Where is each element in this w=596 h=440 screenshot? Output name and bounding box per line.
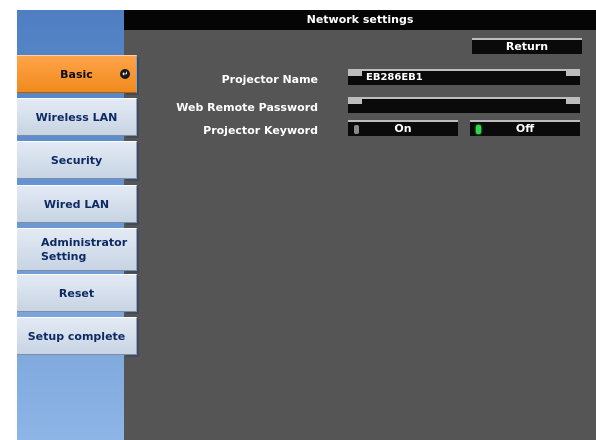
return-button[interactable]: Return	[472, 38, 582, 54]
keyword-on-option[interactable]: On	[348, 120, 458, 136]
field-cap-right	[566, 99, 580, 104]
projector-name-field[interactable]: EB286EB1	[348, 69, 580, 85]
sidebar-item-label: Security	[50, 153, 103, 167]
keyword-on-label: On	[394, 122, 412, 135]
return-button-label: Return	[505, 40, 549, 53]
sidebar-item-label: Wireless LAN	[35, 110, 118, 124]
settings-panel	[124, 30, 596, 440]
field-cap-right	[566, 71, 580, 76]
sidebar-item-label: Basic	[60, 67, 93, 81]
web-remote-password-field[interactable]	[348, 97, 580, 113]
sidebar-item-label: Reset	[58, 286, 95, 300]
web-remote-password-label: Web Remote Password	[176, 101, 318, 114]
projector-keyword-label: Projector Keyword	[203, 124, 318, 137]
sidebar-item-label: Wired LAN	[43, 197, 110, 211]
keyword-off-option[interactable]: Off	[470, 120, 580, 136]
projector-menu-screen: Network settings Basic ↵ Wireless LAN Se…	[0, 0, 596, 440]
field-cap-left	[348, 99, 362, 104]
sidebar-item-security[interactable]: Security	[17, 141, 137, 179]
sidebar-item-basic[interactable]: Basic ↵	[17, 55, 137, 93]
window-title: Network settings	[306, 13, 414, 26]
sidebar-item-label: Setup complete	[27, 329, 126, 343]
projector-name-value: EB286EB1	[366, 72, 423, 83]
sidebar-item-wireless-lan[interactable]: Wireless LAN	[17, 98, 137, 136]
enter-arrow-icon: ↵	[120, 69, 130, 79]
sidebar-item-setup-complete[interactable]: Setup complete	[17, 317, 137, 355]
sidebar-item-label: Administrator Setting	[41, 235, 128, 263]
keyword-off-label: Off	[515, 122, 535, 135]
sidebar-item-wired-lan[interactable]: Wired LAN	[17, 185, 137, 223]
projector-name-label: Projector Name	[221, 73, 318, 86]
sidebar-item-reset[interactable]: Reset	[17, 274, 137, 312]
field-cap-left	[348, 71, 362, 76]
sidebar-item-administrator-setting[interactable]: Administrator Setting	[17, 228, 137, 271]
